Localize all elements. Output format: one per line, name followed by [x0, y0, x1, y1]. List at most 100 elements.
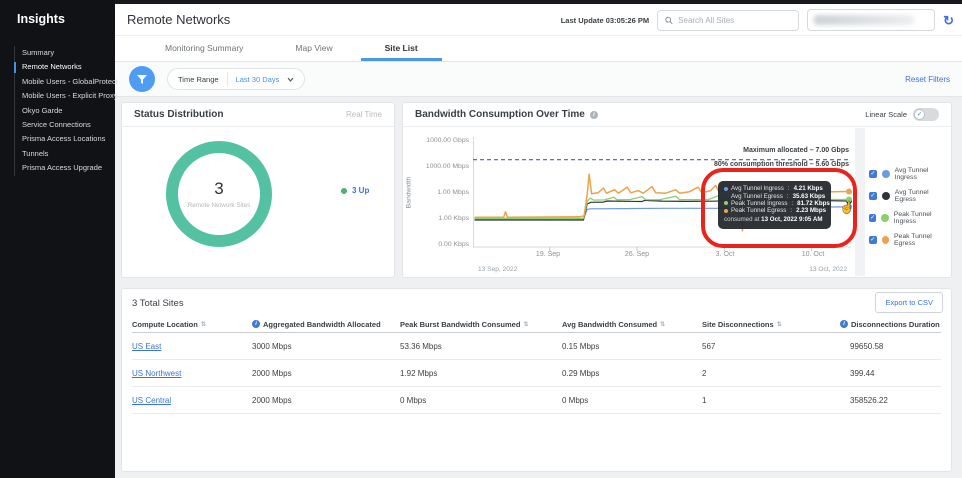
- time-range-label: Time Range: [178, 74, 219, 84]
- column-aggregated-bandwidth[interactable]: i Aggregated Bandwidth Allocated: [252, 320, 400, 329]
- sidebar-item-service-connections[interactable]: Service Connections: [22, 118, 118, 132]
- info-icon[interactable]: i: [840, 320, 848, 328]
- site-count: 3: [214, 179, 224, 198]
- status-legend: 3 Up: [341, 186, 369, 195]
- tooltip-colon: :: [791, 199, 794, 207]
- bandwidth-consumption-card: Bandwidth Consumption Over Time i Linear…: [402, 102, 952, 278]
- table-row: US East 3000 Mbps 53.36 Mbps 0.15 Mbps 5…: [132, 333, 941, 360]
- sidebar-menu: Summary Remote Networks Mobile Users - G…: [13, 46, 118, 176]
- sidebar-item-tunnels[interactable]: Tunnels: [22, 147, 118, 161]
- checkbox-checked-icon[interactable]: ✓: [869, 236, 877, 244]
- tooltip-colon: :: [786, 192, 789, 200]
- x-range-start: 13 Sep, 2022: [478, 266, 518, 273]
- column-avg-bandwidth[interactable]: Avg Bandwidth Consumed ⇅: [562, 320, 702, 329]
- series-dot: [724, 186, 728, 191]
- time-range-dropdown[interactable]: Time Range Last 30 Days: [167, 68, 306, 90]
- sidebar-item-remote-networks[interactable]: Remote Networks: [13, 60, 118, 74]
- column-label: Peak Burst Bandwidth Consumed: [400, 319, 521, 329]
- site-link[interactable]: US Central: [132, 396, 171, 405]
- sidebar-item-prisma-access-upgrade[interactable]: Prisma Access Upgrade: [22, 161, 118, 175]
- tab-map-view[interactable]: Map View: [269, 36, 358, 61]
- sidebar-item-mobile-users-explicit-proxy[interactable]: Mobile Users - Explicit Proxy: [22, 89, 118, 103]
- checkbox-checked-icon[interactable]: ✓: [869, 170, 877, 178]
- cell-compute-location: US East: [132, 342, 252, 351]
- chart-legend: ✓ Avg Tunnel Ingress ✓ Avg Tunnel Egress…: [869, 167, 951, 247]
- status-card-title: Status Distribution: [134, 109, 224, 120]
- site-link[interactable]: US Northwest: [132, 369, 181, 378]
- column-label: Aggregated Bandwidth Allocated: [263, 319, 381, 329]
- funnel-icon: [137, 74, 147, 84]
- status-distribution-card: Status Distribution Real Time 3 Remote N…: [121, 102, 395, 278]
- x-tick: 19. Sep: [535, 251, 561, 258]
- legend-item-avg-tunnel-ingress[interactable]: ✓ Avg Tunnel Ingress: [869, 167, 951, 181]
- cell-site-disconnections: 1: [702, 395, 707, 405]
- redacted-account-box[interactable]: [807, 9, 936, 31]
- up-status-dot: [341, 187, 347, 194]
- search-input[interactable]: [678, 15, 792, 25]
- up-status-count[interactable]: 3 Up: [352, 186, 369, 195]
- app-title: Insights: [17, 12, 65, 26]
- sort-icon[interactable]: ⇅: [523, 321, 528, 328]
- real-time-badge: Real Time: [345, 110, 382, 119]
- info-icon[interactable]: i: [252, 320, 260, 328]
- info-icon[interactable]: i: [589, 110, 598, 119]
- sites-table-card: 3 Total Sites Export to CSV Compute Loca…: [121, 288, 952, 472]
- cell-site-disconnections: 567: [702, 341, 716, 351]
- y-axis-label: Bandwidth: [405, 176, 413, 209]
- search-all-sites-box[interactable]: [657, 9, 800, 31]
- cell-disconnections-duration: 399.44: [850, 368, 875, 378]
- sort-icon[interactable]: ⇅: [777, 321, 782, 328]
- column-compute-location[interactable]: Compute Location ⇅: [132, 320, 252, 329]
- checkbox-checked-icon[interactable]: ✓: [869, 214, 877, 222]
- series-dot: [724, 201, 728, 206]
- reset-filters-link[interactable]: Reset Filters: [905, 75, 950, 84]
- consumption-threshold-label: 80% consumption threshold – 5.60 Gbps: [714, 161, 849, 168]
- export-to-csv-button[interactable]: Export to CSV: [875, 292, 943, 313]
- legend-item-peak-tunnel-egress[interactable]: ✓ Peak Tunnel Egress: [869, 233, 951, 247]
- table-header-row: Compute Location ⇅ i Aggregated Bandwidth …: [132, 316, 941, 333]
- chevron-down-icon: [287, 77, 294, 82]
- table-title: 3 Total Sites: [132, 298, 184, 309]
- sidebar-item-summary[interactable]: Summary: [22, 46, 118, 60]
- sidebar-item-prisma-access-locations[interactable]: Prisma Access Locations: [22, 132, 118, 146]
- column-peak-burst-bandwidth[interactable]: Peak Burst Bandwidth Consumed ⇅: [400, 320, 562, 329]
- sidebar-item-okyo-garde[interactable]: Okyo Garde: [22, 104, 118, 118]
- tab-bar: Monitoring Summary Map View Site List: [115, 36, 962, 62]
- y-tick: 1.00 Kbps: [438, 215, 469, 222]
- tooltip-label: Peak Tunnel Ingress: [731, 199, 788, 207]
- x-tick: 10. Oct: [801, 251, 825, 258]
- sort-icon[interactable]: ⇅: [660, 321, 665, 328]
- filter-bar: Time Range Last 30 Days Reset Filters: [115, 62, 962, 97]
- donut-center: 3 Remote Network Sites: [164, 179, 274, 209]
- tooltip-label: Peak Tunnel Egress: [731, 207, 787, 215]
- cell-peak-burst: 0 Mbps: [400, 395, 427, 405]
- tab-site-list[interactable]: Site List: [359, 36, 444, 61]
- cell-aggregated-bandwidth: 2000 Mbps: [252, 395, 292, 405]
- checkbox-checked-icon[interactable]: ✓: [869, 192, 877, 200]
- linear-scale-control: Linear Scale ✓: [865, 108, 939, 121]
- y-tick: 1000.00 Mbps: [425, 163, 469, 170]
- tooltip-footer-time: 13 Oct, 2022 9:05 AM: [761, 215, 823, 223]
- sidebar-item-mobile-users-globalprotect[interactable]: Mobile Users - GlobalProtect: [22, 75, 118, 89]
- site-link[interactable]: US East: [132, 342, 161, 351]
- column-disconnections-duration[interactable]: i Disconnections Duration: [840, 320, 941, 329]
- cell-disconnections-duration: 99650.58: [850, 341, 884, 351]
- tooltip-value: 2.23 Mbps: [796, 207, 827, 215]
- legend-item-peak-tunnel-ingress[interactable]: ✓ Peak Tunnel Ingress: [869, 211, 951, 225]
- column-label: Compute Location: [132, 319, 198, 329]
- legend-item-avg-tunnel-egress[interactable]: ✓ Avg Tunnel Egress: [869, 189, 951, 203]
- linear-scale-toggle[interactable]: ✓: [913, 108, 939, 121]
- series-dot: [724, 208, 728, 213]
- tooltip-row: Avg Tunnel Egress : 35.63 Kbps: [724, 192, 825, 200]
- tooltip-label: Avg Tunnel Ingress: [731, 185, 784, 193]
- column-site-disconnections[interactable]: Site Disconnections ⇅: [702, 320, 840, 329]
- filter-button[interactable]: [129, 66, 155, 92]
- sort-icon[interactable]: ⇅: [201, 321, 206, 328]
- cursor-hand-icon: ☝: [840, 202, 854, 214]
- legend-label: Peak Tunnel Ingress: [893, 211, 932, 225]
- tab-monitoring-summary[interactable]: Monitoring Summary: [139, 36, 269, 61]
- y-tick: 1.00 Mbps: [437, 189, 469, 196]
- toggle-knob: ✓: [914, 109, 925, 120]
- refresh-icon[interactable]: ↻: [943, 14, 954, 27]
- legend-label: Peak Tunnel Egress: [894, 233, 932, 247]
